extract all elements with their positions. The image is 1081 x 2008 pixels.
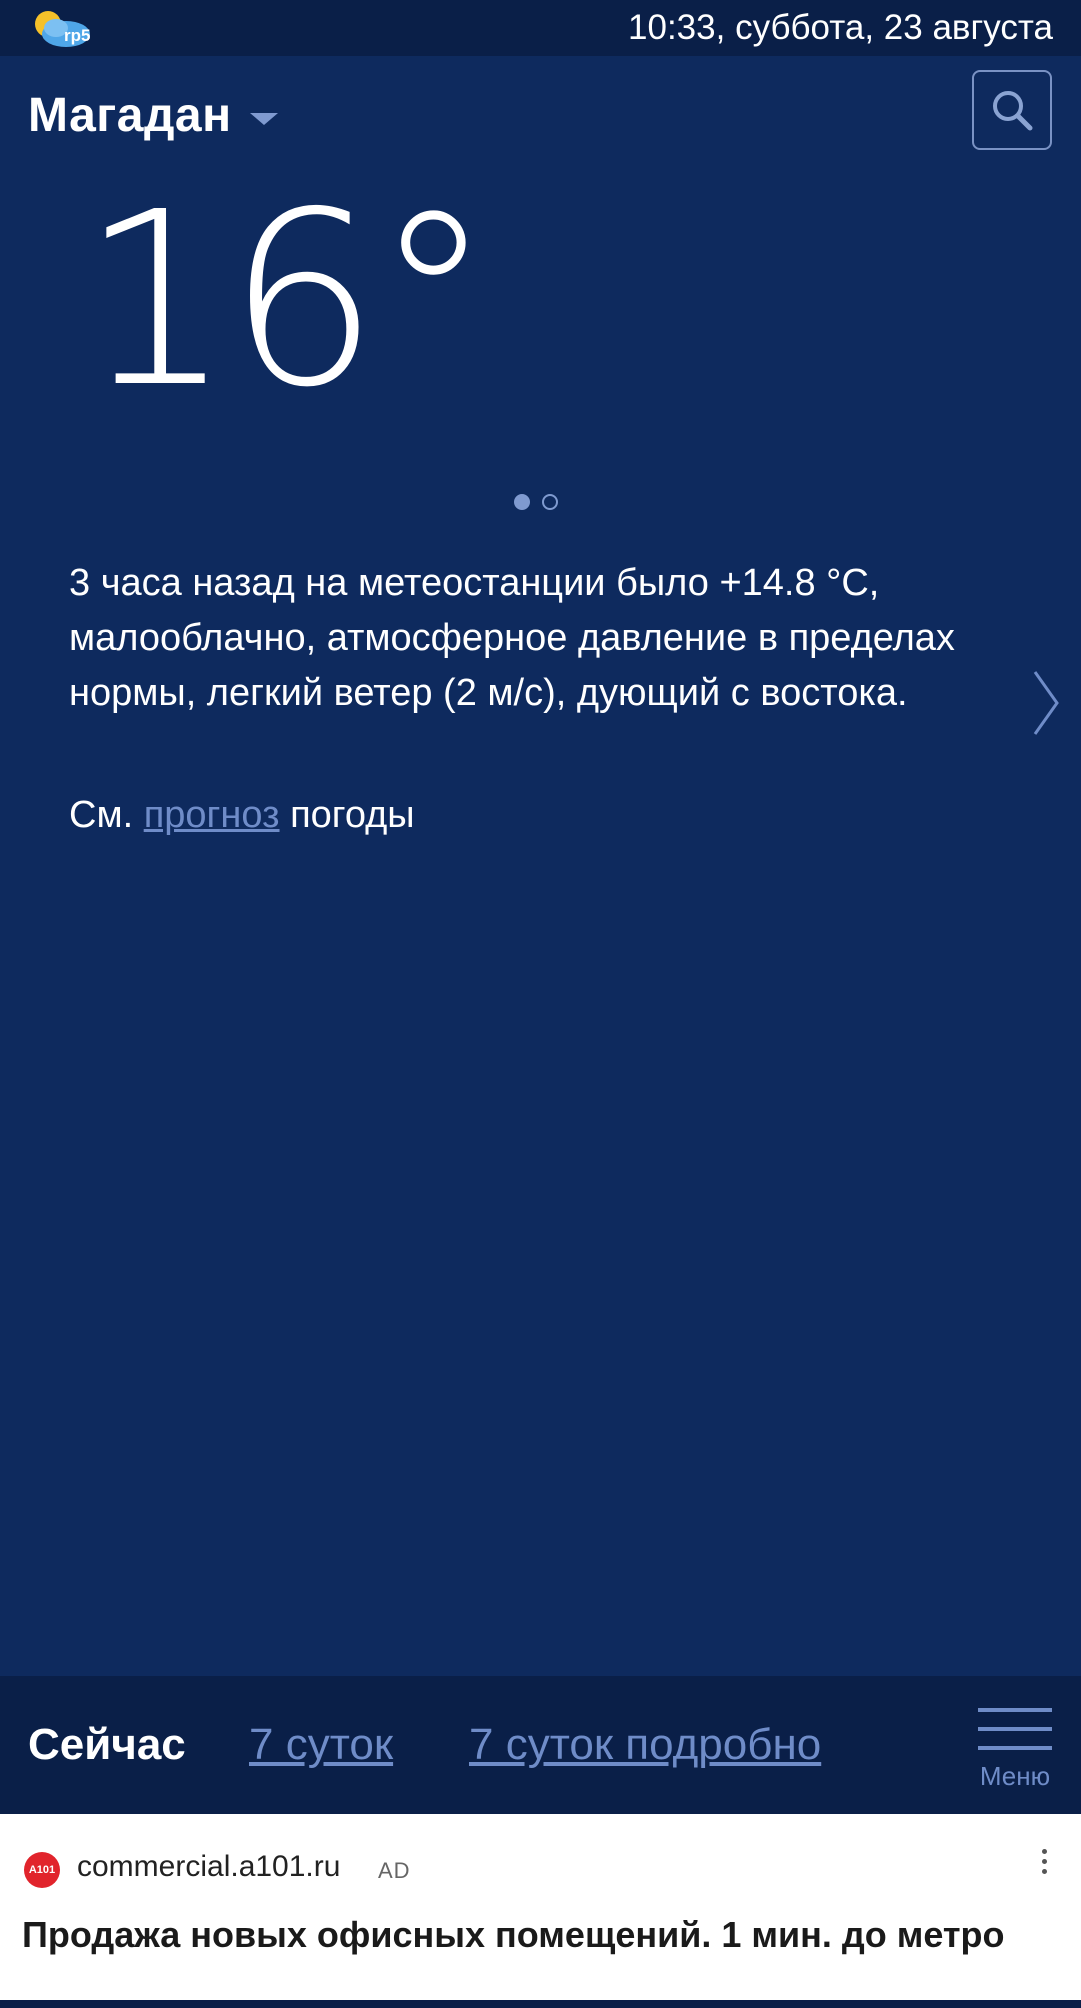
pager-dots[interactable] bbox=[514, 494, 558, 510]
more-vertical-icon[interactable] bbox=[1037, 1844, 1051, 1888]
tab-7-days[interactable]: 7 суток bbox=[249, 1720, 393, 1770]
forecast-suffix: погоды bbox=[290, 794, 415, 836]
search-icon bbox=[993, 91, 1033, 131]
ad-banner[interactable]: A101 commercial.a101.ru AD Продажа новых… bbox=[0, 1814, 1081, 2000]
city-name: Магадан bbox=[28, 89, 232, 142]
current-temperature: 16° bbox=[80, 160, 493, 440]
chevron-right-icon[interactable] bbox=[1031, 668, 1061, 738]
forecast-prefix: См. bbox=[69, 794, 134, 836]
tab-7-days-detailed[interactable]: 7 суток подробно bbox=[469, 1720, 821, 1770]
ad-badge: AD bbox=[378, 1858, 411, 1883]
search-button[interactable] bbox=[972, 70, 1052, 150]
weather-description: 3 часа назад на метеостанции было +14.8 … bbox=[69, 562, 955, 714]
ad-logo-icon: A101 bbox=[24, 1852, 60, 1888]
hamburger-icon bbox=[977, 1708, 1053, 1750]
forecast-line: См. прогноз погоды bbox=[69, 794, 415, 837]
menu-button[interactable]: Меню bbox=[977, 1708, 1053, 1792]
menu-label: Меню bbox=[979, 1761, 1051, 1791]
bottom-nav: Сейчас 7 суток 7 суток подробно Меню bbox=[0, 1676, 1081, 1814]
status-bar: rp5 10:33, суббота, 23 августа bbox=[0, 0, 1081, 56]
forecast-link[interactable]: прогноз bbox=[144, 794, 280, 836]
pager-dot-inactive[interactable] bbox=[542, 494, 558, 510]
tab-now[interactable]: Сейчас bbox=[28, 1720, 186, 1770]
weather-screen: rp5 10:33, суббота, 23 августа Магадан 1… bbox=[0, 0, 1081, 2008]
city-selector[interactable]: Магадан bbox=[28, 88, 278, 143]
ad-domain[interactable]: commercial.a101.ru bbox=[77, 1850, 340, 1884]
pager-dot-active[interactable] bbox=[514, 494, 530, 510]
caret-down-icon bbox=[249, 112, 278, 125]
app-logo-text: rp5 bbox=[64, 26, 90, 45]
bottom-strip bbox=[0, 2000, 1081, 2008]
status-datetime: 10:33, суббота, 23 августа bbox=[628, 8, 1053, 47]
ad-title[interactable]: Продажа новых офисных помещений. 1 мин. … bbox=[22, 1914, 1005, 1956]
rp5-logo-icon[interactable]: rp5 bbox=[30, 6, 98, 50]
